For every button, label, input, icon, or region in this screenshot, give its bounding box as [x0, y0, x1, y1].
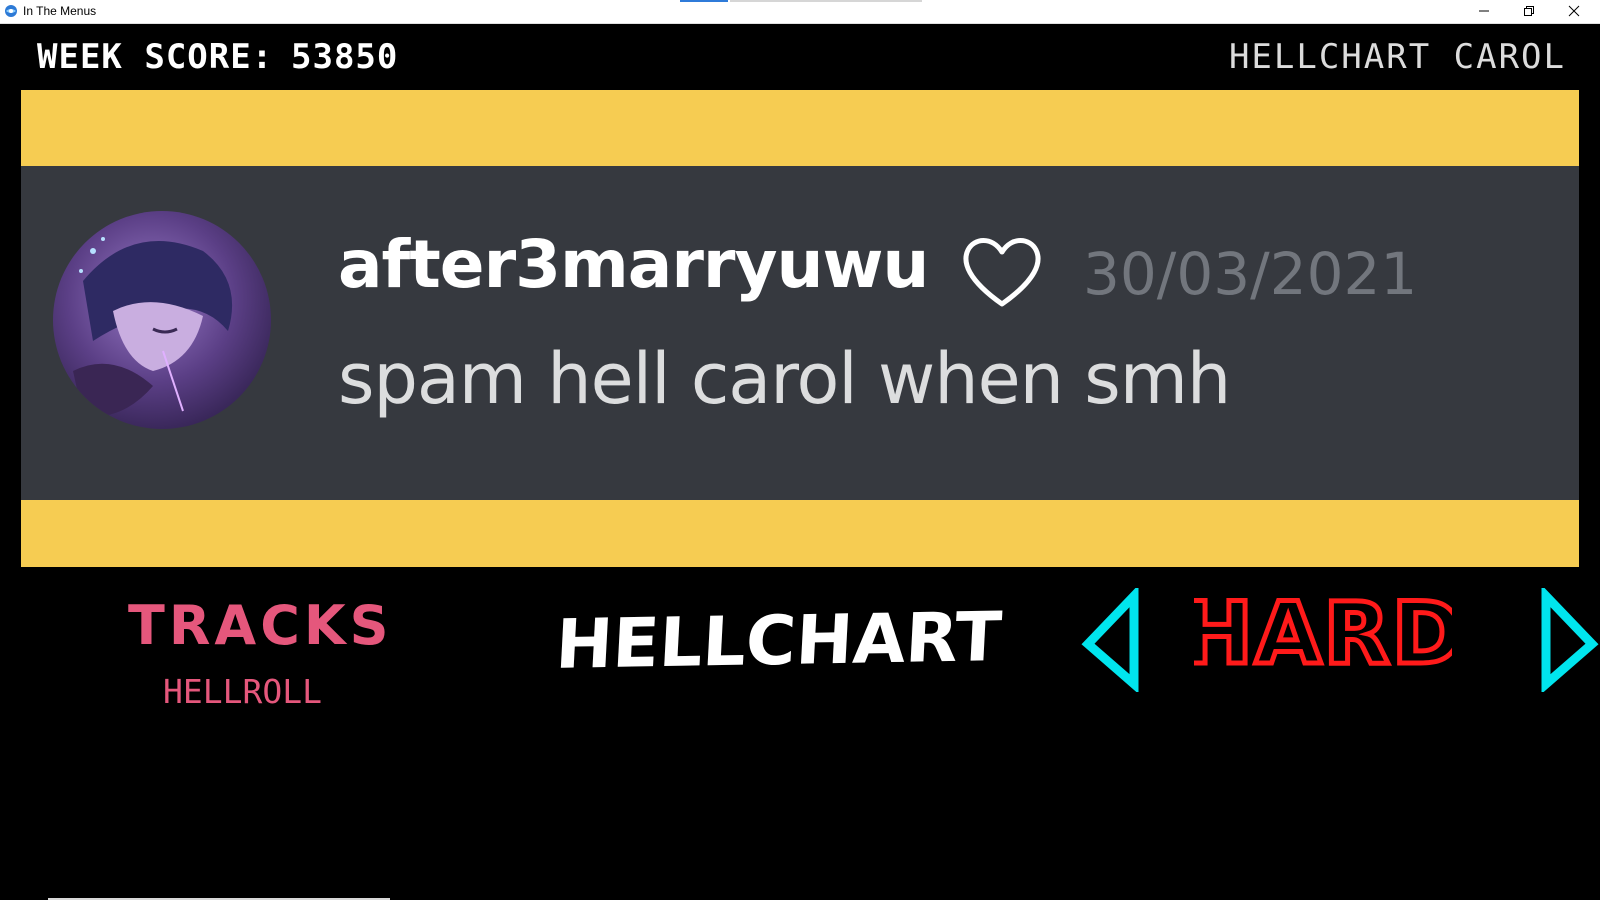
- heart-outline-icon: [963, 238, 1041, 307]
- app-icon: [5, 5, 17, 17]
- minimize-icon: [1479, 10, 1489, 12]
- taskbar-focus-indicator-secondary: [730, 0, 922, 2]
- minimize-button[interactable]: [1462, 0, 1506, 22]
- maximize-button[interactable]: [1507, 0, 1551, 22]
- difficulty-label: HARD: [1194, 587, 1452, 677]
- window-title: In The Menus: [23, 4, 97, 18]
- taskbar-focus-indicator: [680, 0, 728, 2]
- difficulty-selector[interactable]: HARD: [1194, 587, 1452, 677]
- week-title[interactable]: HELLCHART: [554, 598, 1004, 685]
- restore-icon: [1524, 6, 1534, 16]
- arrow-right-icon[interactable]: [1538, 588, 1600, 692]
- close-icon: [1568, 5, 1580, 17]
- week-score-label: WEEK SCORE:: [37, 37, 274, 77]
- arrow-left-icon[interactable]: [1080, 588, 1142, 692]
- avatar: [53, 211, 271, 429]
- week-banner: after3marryuwu 30/03/2021 spam hell caro…: [21, 90, 1579, 567]
- window-titlebar: In The Menus: [0, 0, 1600, 24]
- tracks-heading: TRACKS: [128, 594, 393, 657]
- close-button[interactable]: [1552, 0, 1596, 22]
- message-username: after3marryuwu: [338, 226, 929, 303]
- avatar-image: [53, 211, 271, 429]
- game-canvas: WEEK SCORE: 53850 HELLCHART CAROL after3…: [0, 24, 1600, 900]
- track-list-item: HELLROLL: [163, 672, 322, 711]
- week-score-value: 53850: [291, 37, 399, 77]
- chat-message-card: after3marryuwu 30/03/2021 spam hell caro…: [21, 166, 1579, 500]
- message-timestamp: 30/03/2021: [1083, 240, 1418, 308]
- message-text: spam hell carol when smh: [338, 338, 1231, 420]
- week-name: HELLCHART CAROL: [1228, 37, 1566, 77]
